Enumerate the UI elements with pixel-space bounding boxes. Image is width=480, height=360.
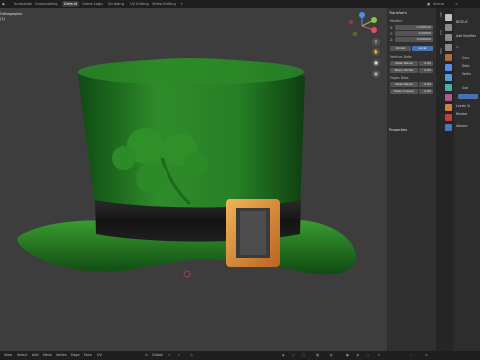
menu-edge[interactable]: Edge	[71, 353, 80, 357]
buckle-bar	[240, 211, 266, 255]
modifier-wrench-icon[interactable]	[445, 64, 452, 71]
particles-icon[interactable]	[445, 74, 452, 81]
advanced-section-header[interactable]: Advanc	[456, 124, 468, 128]
menu-face[interactable]: Face	[84, 353, 92, 357]
scene-name[interactable]: Scene	[433, 1, 444, 7]
menu-uv[interactable]: UV	[97, 353, 102, 357]
menu-mesh[interactable]: Mesh	[43, 353, 52, 357]
scene-icon[interactable]: ▣	[427, 1, 430, 7]
object-icon[interactable]	[445, 54, 452, 61]
vertices-field-label: Vertic	[462, 72, 472, 76]
add-workspace-button[interactable]: +	[180, 1, 183, 7]
edge-select-icon[interactable]: ◇	[292, 353, 295, 357]
material-icon[interactable]	[445, 94, 452, 101]
props-search-icon[interactable]: ⌕	[410, 353, 412, 357]
solid-shading-icon[interactable]: ●	[346, 353, 349, 357]
output-icon[interactable]	[445, 34, 452, 41]
physics-icon[interactable]	[445, 84, 452, 91]
properties-editor: BEZIUS Add Modifier ⊙ Curv Defo Vertic S…	[454, 8, 480, 351]
mean-vertex-field[interactable]: 0.00	[419, 68, 433, 73]
mean-bevel-label: Mean Bevel	[390, 61, 418, 66]
mean-crease-field[interactable]: 0.00	[419, 89, 433, 94]
modifier-toggle-icon[interactable]: ⊙	[456, 45, 459, 49]
render-levels-label: Render	[456, 112, 468, 116]
tab-scripting[interactable]: Scripting	[108, 1, 124, 7]
properties-tab-bar	[443, 8, 454, 351]
deform-field-label: Defo	[462, 64, 470, 68]
tab-item[interactable]: Item	[437, 12, 442, 18]
material-shading-icon[interactable]: ◑	[356, 353, 359, 357]
texture-icon[interactable]	[445, 104, 452, 111]
mean-bevel-field[interactable]: 0.00	[419, 61, 433, 66]
menu-vertex[interactable]: Vertex	[56, 353, 67, 357]
3d-cursor-icon[interactable]	[183, 270, 191, 278]
scene-close-icon[interactable]: ✕	[455, 1, 458, 7]
menu-select[interactable]: Select	[17, 353, 27, 357]
rendered-shading-icon[interactable]: ○	[366, 353, 369, 357]
xray-icon[interactable]: ▦	[316, 353, 319, 357]
median-x-field[interactable]: 0.000210	[395, 25, 433, 30]
tool-icon[interactable]	[445, 14, 452, 21]
z-label: Z:	[390, 38, 394, 42]
vertices-data-label: Vertices Data:	[390, 55, 413, 59]
overlay-icon[interactable]: ◐	[330, 353, 333, 357]
transform-orientation-dropdown[interactable]: Global	[152, 353, 163, 357]
tab-tool[interactable]: Tool	[437, 30, 442, 35]
pivot-icon[interactable]: ⊙	[168, 353, 171, 357]
tab-default[interactable]: Default	[62, 1, 80, 7]
edges-data-label: Edges Data:	[390, 76, 410, 80]
transform-panel-header[interactable]: Transform	[389, 11, 407, 15]
median-z-field[interactable]: 0.000000	[395, 37, 433, 42]
snap-icon[interactable]: ⌖	[178, 353, 180, 357]
shading-dropdown-icon[interactable]: ▾	[378, 353, 380, 357]
view-layer-icon[interactable]	[445, 44, 452, 51]
proportional-edit-icon[interactable]: ◎	[190, 353, 193, 357]
mean-bevel-edge-label: Mean Bevel	[390, 82, 418, 87]
blender-logo-icon[interactable]: ◆	[2, 1, 5, 7]
transform-orientation-icon[interactable]: ⊕	[145, 353, 148, 357]
hat-top	[78, 59, 304, 85]
menu-add[interactable]: Add	[32, 353, 39, 357]
tab-view[interactable]: View	[437, 48, 442, 54]
x-label: X:	[390, 26, 394, 30]
tab-uv-editing[interactable]: UV Editing	[130, 1, 149, 7]
vertex-select-icon[interactable]: ◆	[282, 353, 285, 357]
add-modifier-button[interactable]: Add Modifier	[456, 34, 476, 38]
tab-game-logic[interactable]: Game Logic	[82, 1, 103, 7]
tab-compositing[interactable]: Compositing	[35, 1, 58, 7]
median-y-field[interactable]: 0.00000	[395, 31, 433, 36]
n-panel-sidebar: Transform Median: X: 0.000210 Y: 0.00000…	[387, 8, 436, 351]
leprechaun-hat-model[interactable]	[0, 8, 387, 351]
levels-viewport-label: Levels Vi	[456, 104, 471, 108]
n-panel-tabs: Item Tool View	[436, 8, 443, 351]
median-label: Median:	[390, 19, 403, 23]
y-label: Y:	[390, 32, 393, 36]
subsurf-header[interactable]: Sub	[462, 86, 468, 90]
local-toggle[interactable]: Local	[412, 46, 433, 51]
workspace-tab-bar: ◆ Animation Compositing Default Game Log…	[0, 0, 480, 8]
viewport-header-bottom: View Select Add Mesh Vertex Edge Face UV…	[0, 351, 480, 360]
render-icon[interactable]	[445, 24, 452, 31]
mean-crease-label: Mean Crease	[390, 89, 418, 94]
tab-video-editing[interactable]: Video Editing	[152, 1, 176, 7]
constraints-icon[interactable]	[445, 114, 452, 121]
mean-bevel-edge-field[interactable]: 0.00	[419, 82, 433, 87]
global-toggle[interactable]: Global	[390, 46, 411, 51]
curve-field-label: Curv	[462, 56, 470, 60]
3d-viewport[interactable]: Orthographic (1) ⚲ ✋ ■ ▦	[0, 8, 387, 351]
properties-panel-header[interactable]: Properties	[389, 128, 407, 132]
object-name[interactable]: BEZIUS	[456, 20, 468, 24]
props-options-icon[interactable]: ≡	[425, 353, 428, 357]
menu-view[interactable]: View	[4, 353, 12, 357]
face-select-icon[interactable]: ▢	[302, 353, 305, 357]
tab-animation[interactable]: Animation	[14, 1, 32, 7]
mean-vertex-label: Mean Vertex	[390, 68, 418, 73]
catmull-clark-toggle[interactable]	[458, 94, 478, 99]
data-icon[interactable]	[445, 124, 452, 131]
